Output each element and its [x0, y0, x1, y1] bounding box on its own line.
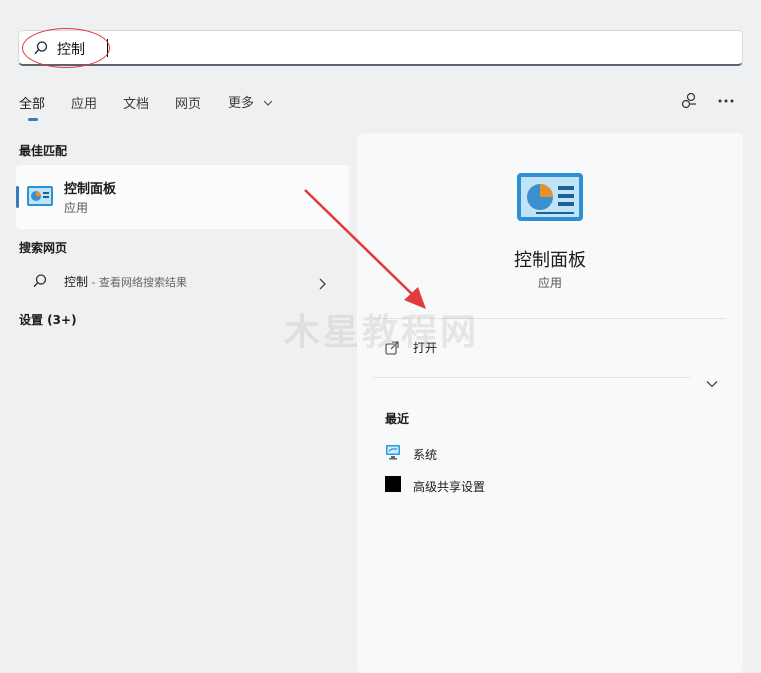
annotation-arrow	[304, 189, 426, 309]
